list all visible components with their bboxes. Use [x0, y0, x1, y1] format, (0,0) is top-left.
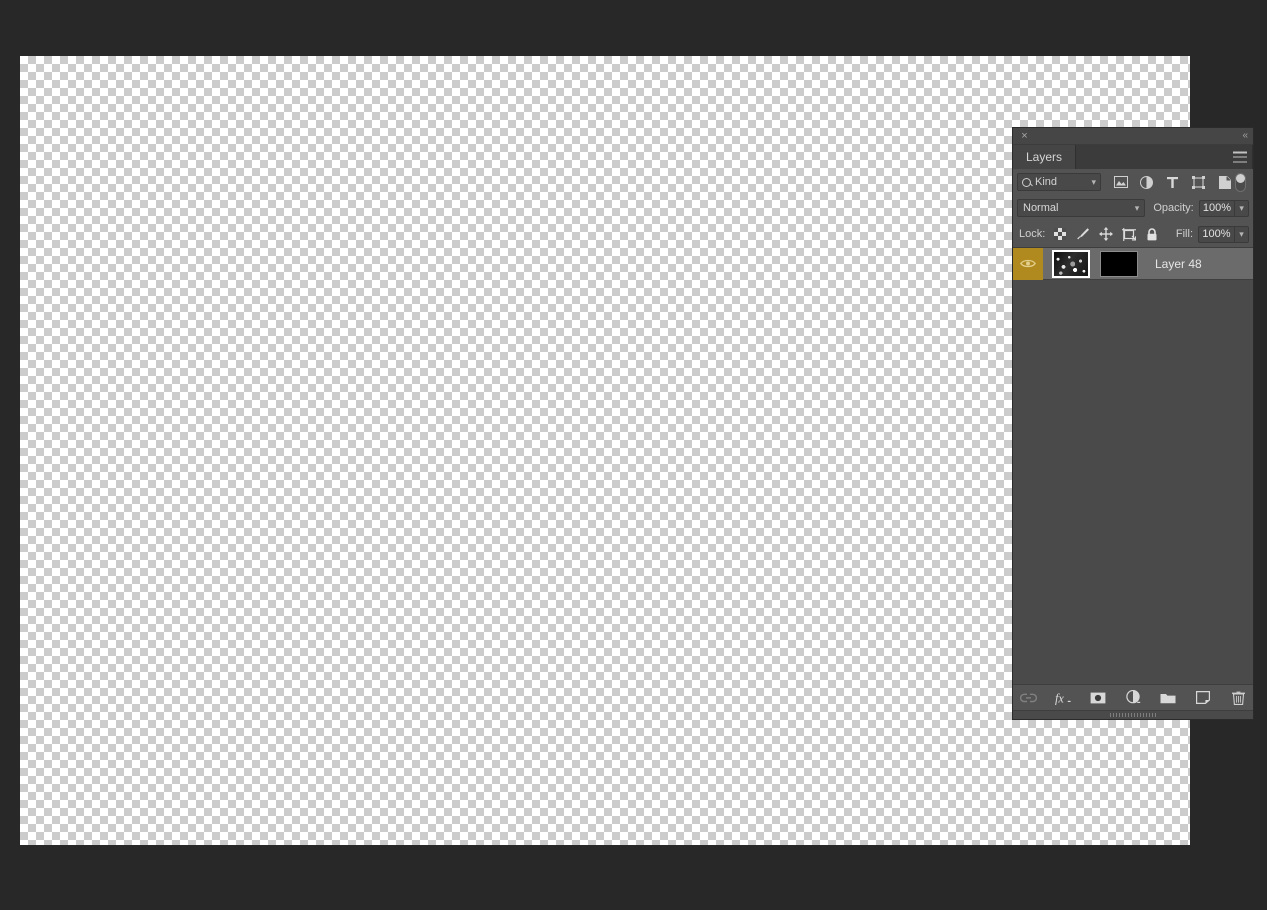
new-layer-button[interactable] [1195, 689, 1212, 706]
collapse-panel-icon[interactable]: « [1242, 130, 1247, 142]
opacity-label: Opacity: [1153, 202, 1194, 214]
chevron-down-icon: ▾ [1134, 202, 1140, 213]
layer-styles-button[interactable]: fx [1055, 689, 1072, 706]
layer-list[interactable]: Layer 48 [1013, 248, 1253, 684]
lock-row: Lock: Fill: 100% ▾ [1013, 221, 1253, 247]
lock-all-icon[interactable] [1145, 227, 1159, 241]
layer-mask-thumbnail[interactable] [1100, 250, 1138, 277]
add-layer-mask-button[interactable] [1090, 689, 1107, 706]
panel-resize-grip[interactable] [1013, 710, 1253, 719]
grip-marks [1110, 713, 1156, 717]
opacity-input[interactable]: 100% [1198, 199, 1235, 217]
lock-icon-group [1053, 227, 1159, 241]
layer-visibility-toggle[interactable] [1013, 248, 1043, 280]
close-icon[interactable]: × [1019, 131, 1030, 142]
filter-enable-toggle[interactable] [1235, 172, 1246, 192]
lock-transparent-pixels-icon[interactable] [1053, 227, 1067, 241]
fill-label: Fill: [1175, 228, 1193, 240]
panel-tab-strip: Layers [1013, 145, 1253, 169]
pixel-layer-filter-icon[interactable] [1113, 175, 1128, 190]
layer-thumbnail[interactable] [1052, 249, 1090, 278]
panel-titlebar[interactable]: × « [1013, 128, 1253, 145]
search-icon [1022, 177, 1031, 187]
new-adjustment-layer-button[interactable] [1125, 689, 1142, 706]
tab-layers[interactable]: Layers [1013, 145, 1077, 169]
svg-text:fx: fx [1055, 691, 1064, 705]
blend-opacity-row: Normal ▾ Opacity: 100% ▾ [1013, 195, 1253, 221]
fill-stepper[interactable]: ▾ [1234, 225, 1249, 243]
filter-kind-label: Kind [1035, 176, 1058, 188]
opacity-stepper[interactable]: ▾ [1234, 199, 1249, 217]
layers-panel-footer: fx [1013, 684, 1253, 710]
eye-icon [1020, 259, 1036, 268]
blend-mode-value: Normal [1023, 202, 1059, 214]
lock-artboard-nesting-icon[interactable] [1122, 227, 1137, 241]
layers-panel: × « Layers Kind ▾ Normal ▾ Opacity: 100%… [1013, 128, 1253, 719]
layer-thumbnail-image [1054, 251, 1088, 276]
delete-layer-button[interactable] [1230, 689, 1247, 706]
chevron-down-icon: ▾ [1091, 176, 1096, 187]
smart-object-filter-icon[interactable] [1217, 175, 1232, 190]
filter-kind-select[interactable]: Kind ▾ [1017, 173, 1101, 191]
type-layer-filter-icon[interactable] [1165, 175, 1180, 190]
layer-name-label[interactable]: Layer 48 [1155, 257, 1202, 271]
app-root: × « Layers Kind ▾ Normal ▾ Opacity: 100%… [0, 0, 1267, 910]
new-group-button[interactable] [1160, 689, 1177, 706]
link-layers-button[interactable] [1019, 689, 1037, 706]
tab-empty[interactable] [1076, 145, 1253, 169]
lock-position-icon[interactable] [1099, 227, 1114, 241]
filter-icon-group [1113, 175, 1232, 190]
lock-label: Lock: [1019, 228, 1046, 240]
adjustment-layer-filter-icon[interactable] [1139, 175, 1154, 190]
shape-layer-filter-icon[interactable] [1191, 175, 1206, 190]
table-row[interactable]: Layer 48 [1013, 248, 1253, 280]
blend-mode-select[interactable]: Normal ▾ [1017, 199, 1146, 217]
hamburger-menu-icon[interactable] [1233, 151, 1247, 163]
fill-input[interactable]: 100% [1198, 225, 1234, 243]
layer-filter-row: Kind ▾ [1013, 169, 1253, 195]
lock-image-pixels-icon[interactable] [1076, 227, 1090, 241]
